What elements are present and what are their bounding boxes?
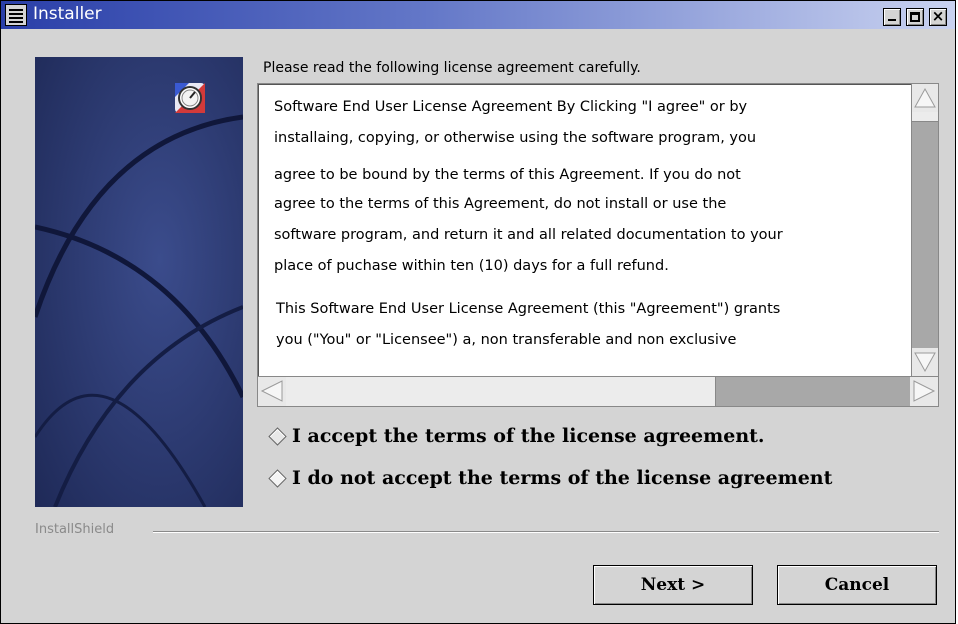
minimize-icon[interactable] (883, 8, 901, 26)
license-line: Software End User License Agreement By C… (274, 99, 748, 115)
vertical-scroll-thumb[interactable] (912, 112, 938, 122)
title-bar[interactable]: Installer × (1, 1, 955, 29)
cancel-button[interactable]: Cancel (777, 565, 937, 605)
footer-divider (153, 531, 939, 533)
license-line: software program, and return it and all … (274, 227, 783, 243)
installer-window: Installer × Please read the following li… (0, 0, 956, 624)
horizontal-scrollbar[interactable] (258, 376, 938, 406)
radio-diamond-icon[interactable] (268, 426, 287, 446)
arcs-graphic (35, 57, 243, 507)
installshield-brand-label: InstallShield (35, 522, 119, 537)
accept-license-radio[interactable]: I accept the terms of the license agreem… (268, 425, 765, 447)
license-line: agree to the terms of this Agreement, do… (274, 196, 727, 212)
license-line: you ("You" or "Licensee") a, non transfe… (276, 332, 737, 348)
accept-license-label[interactable]: I accept the terms of the license agreem… (292, 425, 765, 447)
vertical-scrollbar[interactable] (911, 84, 938, 376)
scroll-right-arrow-icon[interactable] (910, 377, 938, 406)
scroll-left-arrow-icon[interactable] (258, 377, 286, 406)
radio-diamond-icon[interactable] (268, 468, 287, 488)
license-line: This Software End User License Agreement… (276, 301, 781, 317)
instructions-text: Please read the following license agreem… (263, 60, 641, 76)
installshield-logo-icon (175, 83, 205, 113)
window-title: Installer (33, 4, 102, 24)
license-line: installaing, copying, or otherwise using… (274, 130, 757, 146)
decline-license-label[interactable]: I do not accept the terms of the license… (292, 467, 832, 489)
next-button[interactable]: Next > (593, 565, 753, 605)
scroll-up-arrow-icon[interactable] (912, 84, 938, 112)
license-line: agree to be bound by the terms of this A… (274, 167, 741, 183)
license-line: place of puchase within ten (10) days fo… (274, 258, 669, 274)
license-text-area[interactable]: Software End User License Agreement By C… (257, 83, 939, 407)
license-agreement-text: Software End User License Agreement By C… (274, 92, 904, 356)
close-icon[interactable]: × (929, 7, 947, 26)
horizontal-scroll-thumb[interactable] (286, 377, 716, 406)
decline-license-radio[interactable]: I do not accept the terms of the license… (268, 467, 832, 489)
installer-side-image (35, 57, 243, 507)
window-menu-icon[interactable] (5, 4, 27, 26)
scroll-down-arrow-icon[interactable] (912, 348, 938, 376)
maximize-icon[interactable] (906, 8, 924, 26)
